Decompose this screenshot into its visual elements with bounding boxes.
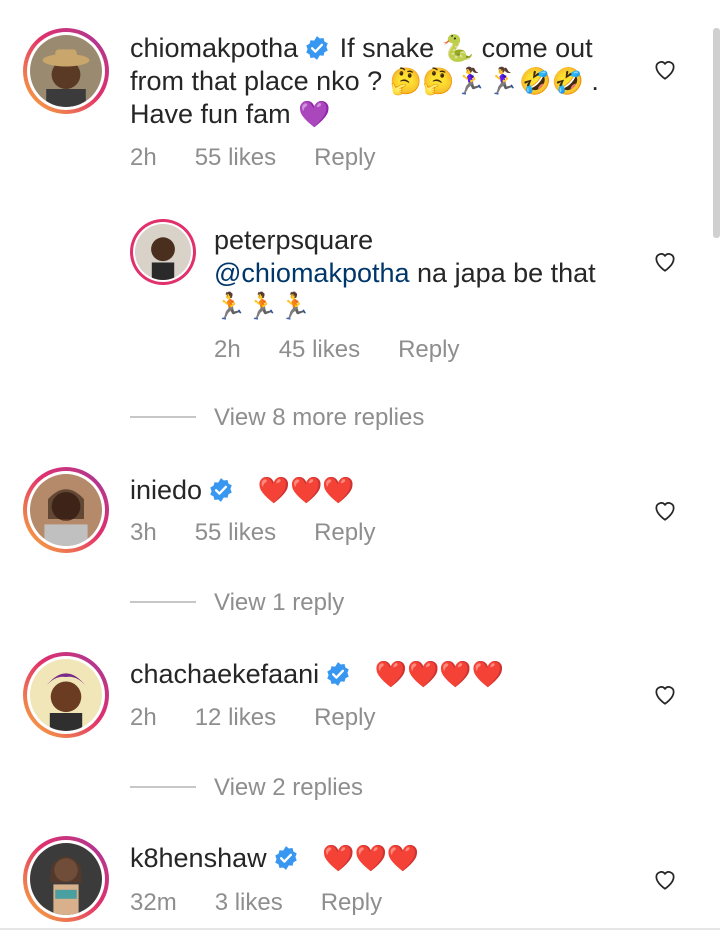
timestamp: 2h (130, 704, 157, 731)
heart-outline-icon[interactable] (652, 681, 678, 707)
likes-count[interactable]: 3 likes (215, 889, 283, 916)
comment-text: chiomakpotha If snake 🐍 come out from th… (130, 33, 599, 129)
verified-badge-icon (274, 846, 297, 870)
likes-count[interactable]: 55 likes (195, 144, 276, 171)
likes-count[interactable]: 12 likes (195, 704, 276, 731)
username[interactable]: iniedo (130, 475, 202, 505)
heart-outline-icon[interactable] (652, 248, 678, 274)
heart-outline-icon[interactable] (652, 866, 678, 892)
username[interactable]: k8henshaw (130, 843, 267, 873)
timestamp: 2h (130, 144, 157, 171)
comment-meta: 3h 55 likes Reply (130, 519, 413, 547)
reply-button[interactable]: Reply (314, 704, 375, 731)
comment-meta: 2h 12 likes Reply (130, 704, 413, 732)
heart-outline-icon[interactable] (652, 56, 678, 82)
comment-text: iniedo ❤️❤️❤️ (130, 475, 355, 505)
likes-count[interactable]: 45 likes (279, 336, 360, 363)
comment-text: chachaekefaani ❤️❤️❤️❤️ (130, 659, 505, 689)
divider (130, 601, 196, 603)
view-replies-button[interactable]: View 1 reply (214, 589, 344, 617)
timestamp: 32m (130, 889, 177, 916)
timestamp: 3h (130, 519, 157, 546)
reply-button[interactable]: Reply (314, 519, 375, 546)
view-more-replies-button[interactable]: View 8 more replies (214, 404, 424, 432)
divider (130, 416, 196, 418)
reply-button[interactable]: Reply (321, 889, 382, 916)
verified-badge-icon (210, 478, 232, 502)
username[interactable]: chiomakpotha (130, 33, 298, 63)
comment-text: k8henshaw ❤️❤️❤️ (130, 843, 420, 873)
reply-button[interactable]: Reply (314, 144, 375, 171)
comment-meta: 2h 45 likes Reply (214, 336, 497, 364)
avatar[interactable] (130, 219, 196, 285)
comment-meta: 32m 3 likes Reply (130, 889, 420, 917)
mention-link[interactable]: @chiomakpotha (214, 258, 410, 288)
comment-meta: 2h 55 likes Reply (130, 144, 413, 172)
verified-badge-icon (327, 662, 349, 686)
avatar[interactable] (23, 836, 109, 922)
heart-outline-icon[interactable] (652, 497, 678, 523)
avatar[interactable] (23, 28, 109, 114)
reply-button[interactable]: Reply (398, 336, 459, 363)
username[interactable]: peterpsquare (214, 225, 373, 255)
comment-text: peterpsquare @chiomakpotha na japa be th… (214, 225, 596, 321)
avatar[interactable] (23, 652, 109, 738)
divider (130, 786, 196, 788)
verified-badge-icon (306, 36, 328, 60)
timestamp: 2h (214, 336, 241, 363)
view-replies-button[interactable]: View 2 replies (214, 774, 363, 802)
avatar[interactable] (23, 467, 109, 553)
scrollbar[interactable] (713, 28, 720, 238)
likes-count[interactable]: 55 likes (195, 519, 276, 546)
username[interactable]: chachaekefaani (130, 659, 319, 689)
